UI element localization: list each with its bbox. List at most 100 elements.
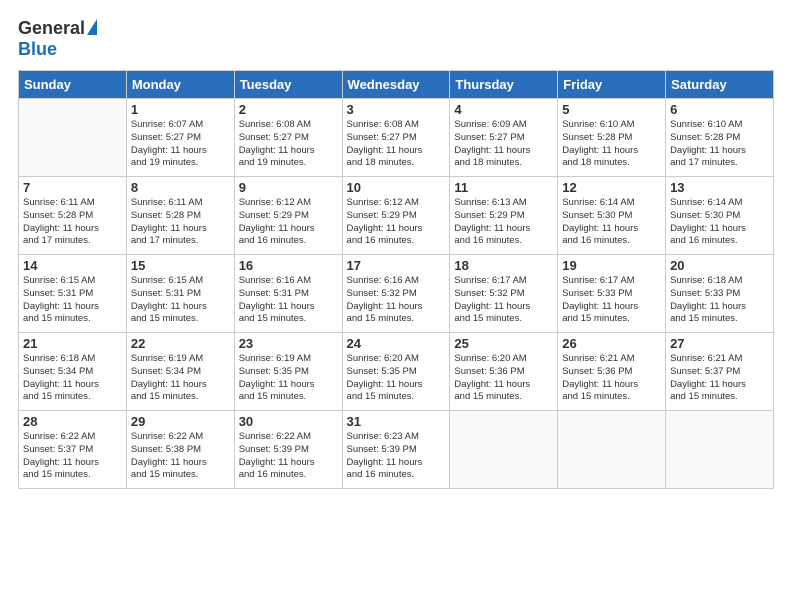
calendar-week-row: 28Sunrise: 6:22 AMSunset: 5:37 PMDayligh…	[19, 411, 774, 489]
logo-triangle-icon	[87, 19, 97, 35]
day-number: 22	[131, 336, 230, 351]
calendar-cell: 9Sunrise: 6:12 AMSunset: 5:29 PMDaylight…	[234, 177, 342, 255]
day-info: Sunrise: 6:08 AMSunset: 5:27 PMDaylight:…	[239, 119, 338, 170]
day-info: Sunrise: 6:10 AMSunset: 5:28 PMDaylight:…	[562, 119, 661, 170]
day-number: 19	[562, 258, 661, 273]
calendar-cell: 7Sunrise: 6:11 AMSunset: 5:28 PMDaylight…	[19, 177, 127, 255]
calendar-cell: 27 Sunrise: 6:21 AMSunset: 5:37 PMDayligh…	[666, 333, 774, 411]
calendar-table: SundayMondayTuesdayWednesdayThursdayFrid…	[18, 70, 774, 489]
day-number: 8	[131, 180, 230, 195]
day-number: 13	[670, 180, 769, 195]
day-info: Sunrise: 6:16 AMSunset: 5:31 PMDaylight:…	[239, 275, 338, 326]
calendar-cell: 6 Sunrise: 6:10 AMSunset: 5:28 PMDaylight…	[666, 99, 774, 177]
day-header-monday: Monday	[126, 71, 234, 99]
calendar-cell: 23 Sunrise: 6:19 AMSunset: 5:35 PMDayligh…	[234, 333, 342, 411]
day-number: 23	[239, 336, 338, 351]
day-number: 5	[562, 102, 661, 117]
day-info: Sunrise: 6:08 AMSunset: 5:27 PMDaylight:…	[347, 119, 446, 170]
day-number: 4	[454, 102, 553, 117]
calendar-cell: 21 Sunrise: 6:18 AMSunset: 5:34 PMDayligh…	[19, 333, 127, 411]
day-number: 18	[454, 258, 553, 273]
day-number: 20	[670, 258, 769, 273]
day-info: Sunrise: 6:18 AMSunset: 5:34 PMDaylight:…	[23, 353, 122, 404]
day-info: Sunrise: 6:12 AMSunset: 5:29 PMDaylight:…	[347, 197, 446, 248]
day-number: 10	[347, 180, 446, 195]
day-number: 25	[454, 336, 553, 351]
day-number: 31	[347, 414, 446, 429]
calendar-cell: 2 Sunrise: 6:08 AMSunset: 5:27 PMDaylight…	[234, 99, 342, 177]
calendar-week-row: 7Sunrise: 6:11 AMSunset: 5:28 PMDaylight…	[19, 177, 774, 255]
day-info: Sunrise: 6:20 AMSunset: 5:35 PMDaylight:…	[347, 353, 446, 404]
calendar-cell: 8Sunrise: 6:11 AMSunset: 5:28 PMDaylight…	[126, 177, 234, 255]
day-info: Sunrise: 6:21 AMSunset: 5:37 PMDaylight:…	[670, 353, 769, 404]
day-number: 16	[239, 258, 338, 273]
calendar-cell: 1 Sunrise: 6:07 AMSunset: 5:27 PMDaylight…	[126, 99, 234, 177]
day-info: Sunrise: 6:23 AMSunset: 5:39 PMDaylight:…	[347, 431, 446, 482]
day-number: 2	[239, 102, 338, 117]
calendar-cell: 16 Sunrise: 6:16 AMSunset: 5:31 PMDayligh…	[234, 255, 342, 333]
calendar-cell: 14Sunrise: 6:15 AMSunset: 5:31 PMDayligh…	[19, 255, 127, 333]
day-info: Sunrise: 6:07 AMSunset: 5:27 PMDaylight:…	[131, 119, 230, 170]
logo-blue-text: Blue	[18, 39, 57, 60]
calendar-cell: 24 Sunrise: 6:20 AMSunset: 5:35 PMDayligh…	[342, 333, 450, 411]
day-info: Sunrise: 6:14 AMSunset: 5:30 PMDaylight:…	[670, 197, 769, 248]
calendar-cell: 19Sunrise: 6:17 AMSunset: 5:33 PMDayligh…	[558, 255, 666, 333]
day-number: 29	[131, 414, 230, 429]
calendar-cell: 5 Sunrise: 6:10 AMSunset: 5:28 PMDaylight…	[558, 99, 666, 177]
day-info: Sunrise: 6:11 AMSunset: 5:28 PMDaylight:…	[23, 197, 122, 248]
day-number: 30	[239, 414, 338, 429]
day-info: Sunrise: 6:15 AMSunset: 5:31 PMDaylight:…	[131, 275, 230, 326]
calendar-cell: 26 Sunrise: 6:21 AMSunset: 5:36 PMDayligh…	[558, 333, 666, 411]
day-number: 27	[670, 336, 769, 351]
calendar-cell: 11Sunrise: 6:13 AMSunset: 5:29 PMDayligh…	[450, 177, 558, 255]
day-number: 26	[562, 336, 661, 351]
calendar-cell: 22 Sunrise: 6:19 AMSunset: 5:34 PMDayligh…	[126, 333, 234, 411]
logo-general-text: General	[18, 18, 85, 39]
day-header-tuesday: Tuesday	[234, 71, 342, 99]
header: General Blue	[18, 18, 774, 60]
day-header-friday: Friday	[558, 71, 666, 99]
calendar-cell: 18 Sunrise: 6:17 AMSunset: 5:32 PMDayligh…	[450, 255, 558, 333]
day-info: Sunrise: 6:17 AMSunset: 5:32 PMDaylight:…	[454, 275, 553, 326]
day-number: 15	[131, 258, 230, 273]
day-info: Sunrise: 6:21 AMSunset: 5:36 PMDaylight:…	[562, 353, 661, 404]
calendar-cell	[450, 411, 558, 489]
calendar-cell: 25 Sunrise: 6:20 AMSunset: 5:36 PMDayligh…	[450, 333, 558, 411]
day-info: Sunrise: 6:14 AMSunset: 5:30 PMDaylight:…	[562, 197, 661, 248]
day-info: Sunrise: 6:13 AMSunset: 5:29 PMDaylight:…	[454, 197, 553, 248]
day-number: 14	[23, 258, 122, 273]
logo: General Blue	[18, 18, 97, 60]
calendar-week-row: 1 Sunrise: 6:07 AMSunset: 5:27 PMDaylight…	[19, 99, 774, 177]
calendar-cell	[558, 411, 666, 489]
day-header-sunday: Sunday	[19, 71, 127, 99]
day-header-thursday: Thursday	[450, 71, 558, 99]
day-header-saturday: Saturday	[666, 71, 774, 99]
calendar-cell: 20 Sunrise: 6:18 AMSunset: 5:33 PMDayligh…	[666, 255, 774, 333]
day-info: Sunrise: 6:19 AMSunset: 5:34 PMDaylight:…	[131, 353, 230, 404]
day-number: 1	[131, 102, 230, 117]
calendar-cell: 15 Sunrise: 6:15 AMSunset: 5:31 PMDayligh…	[126, 255, 234, 333]
day-info: Sunrise: 6:19 AMSunset: 5:35 PMDaylight:…	[239, 353, 338, 404]
calendar-cell: 30 Sunrise: 6:22 AMSunset: 5:39 PMDayligh…	[234, 411, 342, 489]
calendar-cell: 17Sunrise: 6:16 AMSunset: 5:32 PMDayligh…	[342, 255, 450, 333]
calendar-cell: 13 Sunrise: 6:14 AMSunset: 5:30 PMDayligh…	[666, 177, 774, 255]
day-number: 24	[347, 336, 446, 351]
calendar-week-row: 21 Sunrise: 6:18 AMSunset: 5:34 PMDayligh…	[19, 333, 774, 411]
calendar-cell	[666, 411, 774, 489]
day-info: Sunrise: 6:16 AMSunset: 5:32 PMDaylight:…	[347, 275, 446, 326]
calendar-cell: 28Sunrise: 6:22 AMSunset: 5:37 PMDayligh…	[19, 411, 127, 489]
day-info: Sunrise: 6:20 AMSunset: 5:36 PMDaylight:…	[454, 353, 553, 404]
day-info: Sunrise: 6:12 AMSunset: 5:29 PMDaylight:…	[239, 197, 338, 248]
page: General Blue SundayMondayTuesdayWednesda…	[0, 0, 792, 612]
day-info: Sunrise: 6:10 AMSunset: 5:28 PMDaylight:…	[670, 119, 769, 170]
day-number: 6	[670, 102, 769, 117]
day-info: Sunrise: 6:22 AMSunset: 5:39 PMDaylight:…	[239, 431, 338, 482]
calendar-cell: 10 Sunrise: 6:12 AMSunset: 5:29 PMDayligh…	[342, 177, 450, 255]
day-info: Sunrise: 6:18 AMSunset: 5:33 PMDaylight:…	[670, 275, 769, 326]
day-number: 3	[347, 102, 446, 117]
day-info: Sunrise: 6:22 AMSunset: 5:38 PMDaylight:…	[131, 431, 230, 482]
day-info: Sunrise: 6:09 AMSunset: 5:27 PMDaylight:…	[454, 119, 553, 170]
calendar-header-row: SundayMondayTuesdayWednesdayThursdayFrid…	[19, 71, 774, 99]
day-number: 21	[23, 336, 122, 351]
day-number: 28	[23, 414, 122, 429]
